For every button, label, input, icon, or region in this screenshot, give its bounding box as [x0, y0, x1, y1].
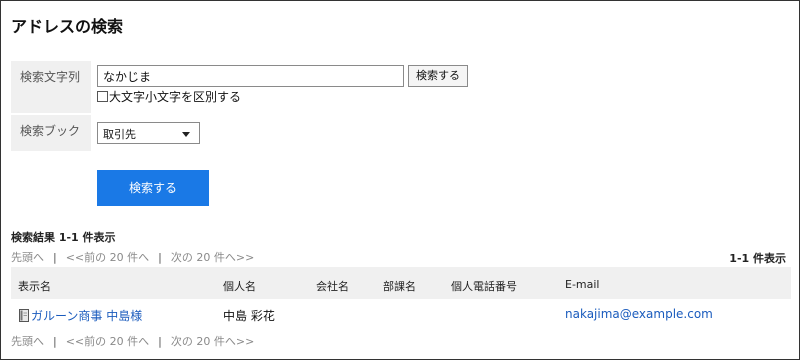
page-title: アドレスの検索	[11, 17, 124, 36]
result-count: 1-1 件表示	[729, 252, 786, 265]
pager-first-link[interactable]: 先頭へ	[11, 249, 44, 265]
display-name-text: ガルーン商事 中島様	[31, 309, 143, 323]
pager-prev-link[interactable]: <<前の 20 件へ	[66, 333, 149, 349]
pager-separator: |	[53, 250, 57, 264]
column-header-display-name: 表示名	[18, 280, 51, 293]
search-button[interactable]: 検索する	[97, 170, 209, 206]
pager-bottom: 先頭へ | <<前の 20 件へ | 次の 20 件へ>>	[11, 333, 254, 349]
person-name-cell: 中島 彩花	[223, 309, 275, 323]
chevron-down-icon	[182, 132, 190, 137]
table-row: ガルーン商事 中島様 中島 彩花 nakajima@example.com	[11, 301, 791, 329]
case-sensitive-label: 大文字小文字を区別する	[109, 89, 242, 104]
search-text-label: 検索文字列	[11, 61, 91, 113]
case-sensitive-checkbox[interactable]	[97, 90, 108, 102]
display-name-link[interactable]: ガルーン商事 中島様	[18, 307, 142, 324]
pager-next-link[interactable]: 次の 20 件へ>>	[171, 333, 254, 349]
pager-first-link[interactable]: 先頭へ	[11, 333, 44, 349]
column-header-person-name: 個人名	[223, 280, 256, 293]
pager-top: 先頭へ | <<前の 20 件へ | 次の 20 件へ>>	[11, 249, 254, 265]
results-heading: 検索結果 1-1 件表示	[11, 231, 116, 244]
search-book-select[interactable]: 取引先	[97, 122, 200, 144]
address-book-icon	[19, 309, 29, 322]
pager-next-link[interactable]: 次の 20 件へ>>	[171, 249, 254, 265]
column-header-company: 会社名	[316, 280, 349, 293]
search-book-label: 検索ブック	[11, 115, 91, 151]
search-input[interactable]	[97, 65, 404, 87]
column-header-email: E-mail	[565, 278, 600, 291]
pager-separator: |	[158, 250, 162, 264]
search-inline-button[interactable]: 検索する	[408, 65, 468, 87]
column-header-department: 部課名	[383, 280, 416, 293]
page-frame: アドレスの検索 検索文字列 検索する 大文字小文字を区別する 検索ブック 取引先…	[0, 0, 800, 360]
pager-separator: |	[53, 334, 57, 348]
email-link[interactable]: nakajima@example.com	[565, 307, 713, 321]
search-book-selected: 取引先	[103, 128, 136, 141]
pager-separator: |	[158, 334, 162, 348]
pager-prev-link[interactable]: <<前の 20 件へ	[66, 249, 149, 265]
case-sensitive-option[interactable]: 大文字小文字を区別する	[97, 89, 242, 104]
results-table-header: 表示名 個人名 会社名 部課名 個人電話番号 E-mail	[11, 267, 791, 299]
column-header-phone: 個人電話番号	[451, 280, 517, 293]
